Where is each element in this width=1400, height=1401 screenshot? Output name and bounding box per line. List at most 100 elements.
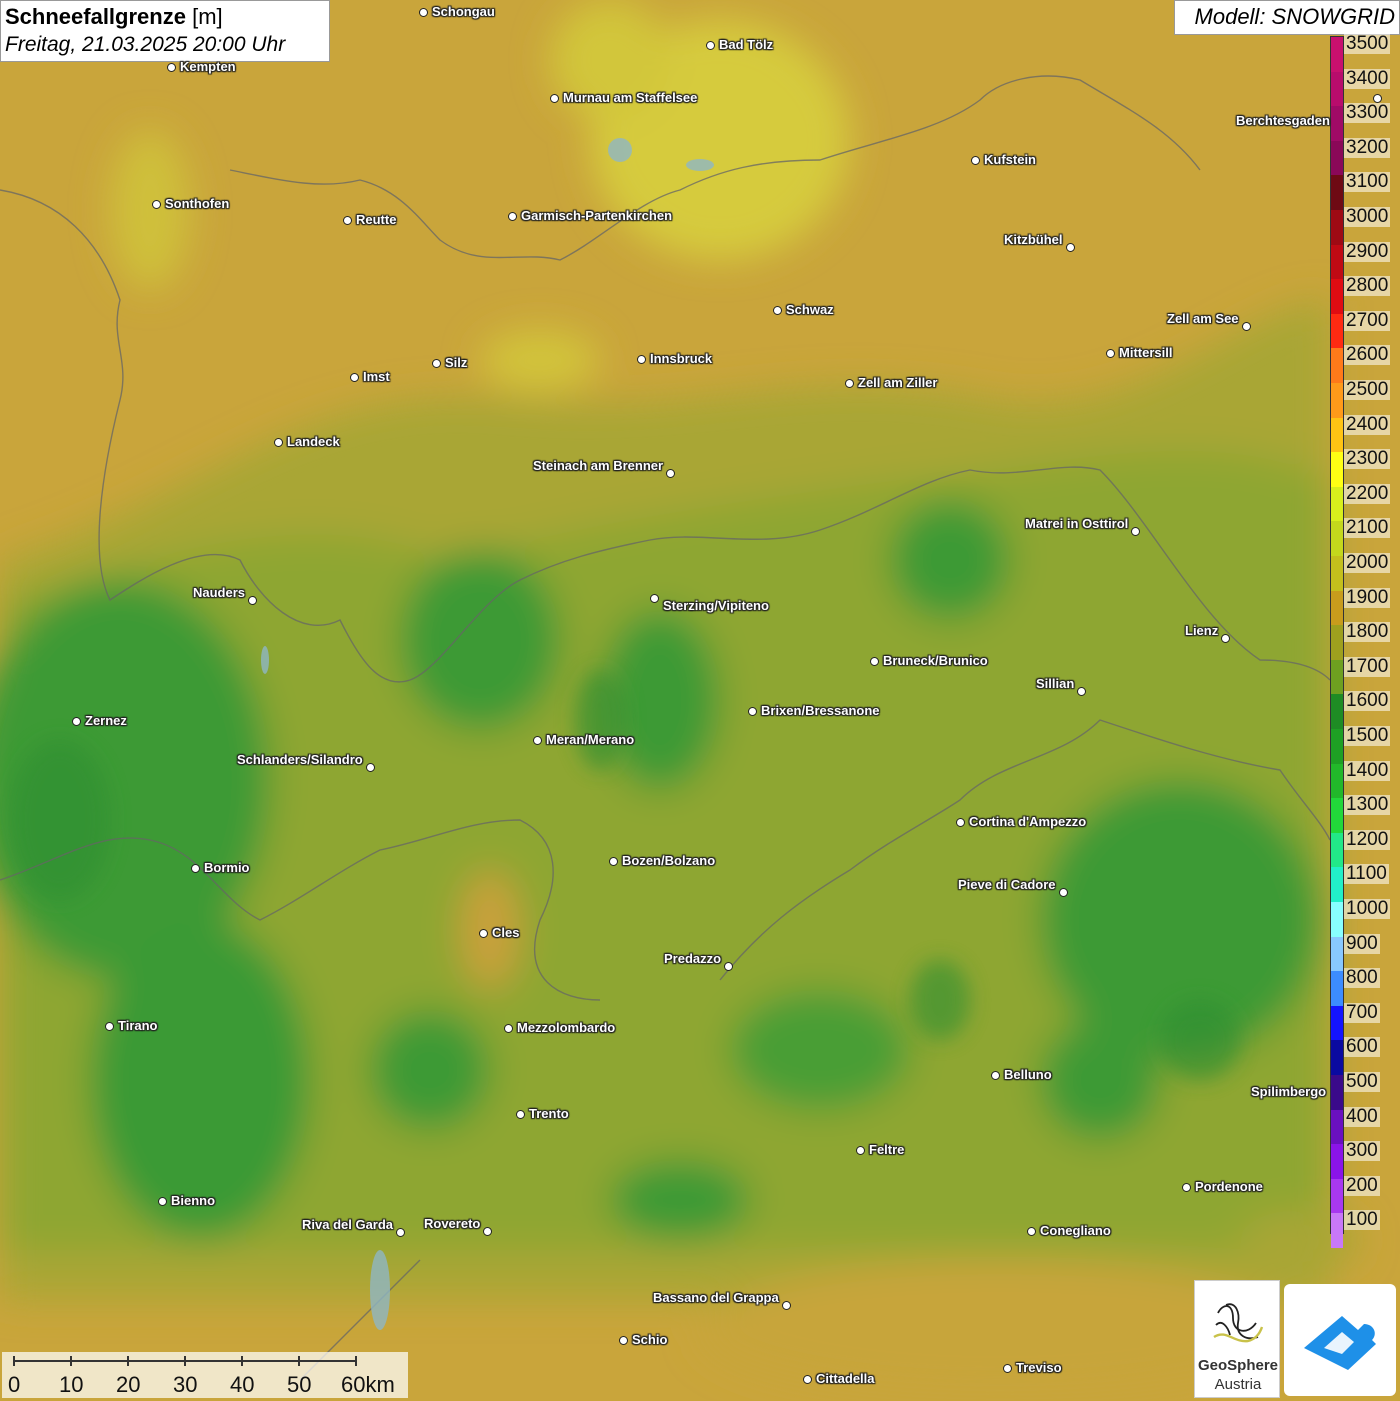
city-dot[interactable] xyxy=(724,962,733,971)
legend-swatch xyxy=(1331,244,1343,280)
city-dot[interactable] xyxy=(483,1227,492,1236)
city-label: Sillian xyxy=(1036,676,1075,691)
city-dot[interactable] xyxy=(158,1197,167,1206)
legend-label: 1700 xyxy=(1344,655,1391,677)
city-dot[interactable] xyxy=(350,373,359,382)
city-label: Predazzo xyxy=(664,951,722,966)
legend-swatch xyxy=(1331,1040,1343,1076)
legend-swatch xyxy=(1331,729,1343,765)
legend-swatch xyxy=(1331,71,1343,107)
legend-label: 3000 xyxy=(1344,206,1391,227)
city-label: Nauders xyxy=(193,585,246,600)
city-dot[interactable] xyxy=(72,717,81,726)
legend-label: 3100 xyxy=(1344,171,1391,193)
city-dot[interactable] xyxy=(432,359,441,368)
city-dot[interactable] xyxy=(105,1022,114,1031)
city-dot[interactable] xyxy=(274,438,283,447)
city-dot[interactable] xyxy=(1066,243,1075,252)
city-dot[interactable] xyxy=(479,929,488,938)
legend-swatch xyxy=(1331,313,1343,349)
legend-swatch xyxy=(1331,659,1343,695)
scale-label: 60km xyxy=(341,1372,395,1397)
city-dot[interactable] xyxy=(1106,349,1115,358)
city-label: Schongau xyxy=(432,4,495,19)
city-label: Imst xyxy=(363,369,390,384)
city-dot[interactable] xyxy=(1027,1227,1036,1236)
city-dot[interactable] xyxy=(396,1228,405,1237)
city-dot[interactable] xyxy=(956,818,965,827)
city-dot[interactable] xyxy=(619,1336,628,1345)
legend-swatch xyxy=(1331,452,1343,488)
legend-swatch xyxy=(1331,521,1343,557)
city-label: Bassano del Grappa xyxy=(653,1290,779,1305)
city-dot[interactable] xyxy=(748,707,757,716)
model-label: Modell: SNOWGRID xyxy=(1174,0,1400,35)
legend-swatch xyxy=(1331,417,1343,453)
legend-label: 400 xyxy=(1344,1105,1380,1127)
city-dot[interactable] xyxy=(1182,1183,1191,1192)
city-dot[interactable] xyxy=(706,41,715,50)
city-label: Belluno xyxy=(1004,1067,1052,1082)
city-dot[interactable] xyxy=(1059,888,1068,897)
city-dot[interactable] xyxy=(782,1301,791,1310)
scale-tick xyxy=(127,1356,129,1366)
city-dot[interactable] xyxy=(650,594,659,603)
city-dot[interactable] xyxy=(366,763,375,772)
city-dot[interactable] xyxy=(191,864,200,873)
city-dot[interactable] xyxy=(167,63,176,72)
legend-swatch xyxy=(1331,348,1343,384)
city-dot[interactable] xyxy=(504,1024,513,1033)
city-dot[interactable] xyxy=(666,469,675,478)
legend-label: 2700 xyxy=(1344,309,1391,331)
geosphere-austria-logo[interactable]: GeoSphere Austria xyxy=(1194,1280,1280,1398)
city-dot[interactable] xyxy=(971,156,980,165)
city-dot[interactable] xyxy=(870,657,879,666)
city-dot[interactable] xyxy=(1221,634,1230,643)
city-label: Bruneck/Brunico xyxy=(883,653,988,668)
city-dot[interactable] xyxy=(1077,687,1086,696)
color-legend: 3500 3400 3300 3200 3100 3000 2900 2800 2700 2600… xyxy=(1330,34,1400,1249)
city-label: Feltre xyxy=(869,1142,905,1157)
city-dot[interactable] xyxy=(152,200,161,209)
city-label: Schwaz xyxy=(786,302,834,317)
city-label: Garmisch-Partenkirchen xyxy=(521,208,673,223)
city-dot[interactable] xyxy=(773,306,782,315)
logo-text-geosphere: GeoSphere xyxy=(1197,1357,1279,1374)
city-label: Mittersill xyxy=(1119,345,1173,360)
city-label: Lienz xyxy=(1185,623,1219,638)
city-dot[interactable] xyxy=(343,216,352,225)
city-dot[interactable] xyxy=(1131,527,1140,536)
city-dot[interactable] xyxy=(637,355,646,364)
app-logo[interactable] xyxy=(1284,1284,1396,1396)
city-label: Landeck xyxy=(287,434,340,449)
scale-tick xyxy=(298,1356,300,1366)
city-dot[interactable] xyxy=(1003,1364,1012,1373)
city-dot[interactable] xyxy=(991,1071,1000,1080)
map-datetime: Freitag, 21.03.2025 20:00 Uhr xyxy=(5,33,286,56)
city-label: Rovereto xyxy=(424,1216,481,1231)
map-title: Schneefallgrenze [m] xyxy=(5,3,325,31)
city-dot[interactable] xyxy=(845,379,854,388)
city-label: Kempten xyxy=(180,59,236,74)
logo-text-austria: Austria xyxy=(1214,1376,1262,1393)
city-label: Cittadella xyxy=(816,1371,875,1386)
scale-label: 30 xyxy=(173,1372,198,1397)
legend-label: 800 xyxy=(1344,967,1380,989)
city-dot[interactable] xyxy=(508,212,517,221)
legend-swatch xyxy=(1331,210,1343,246)
city-dot[interactable] xyxy=(419,8,428,17)
city-label: Sterzing/Vipiteno xyxy=(663,598,769,613)
city-dot[interactable] xyxy=(1373,94,1382,103)
legend-label: 3300 xyxy=(1344,102,1391,124)
city-dot[interactable] xyxy=(803,1375,812,1384)
city-dot[interactable] xyxy=(856,1146,865,1155)
city-dot[interactable] xyxy=(550,94,559,103)
city-dot[interactable] xyxy=(1242,322,1251,331)
city-label: Pieve di Cadore xyxy=(958,877,1056,892)
city-dot[interactable] xyxy=(609,857,618,866)
legend-label: 1600 xyxy=(1344,690,1391,712)
scale-label: 20 xyxy=(116,1372,141,1397)
city-dot[interactable] xyxy=(533,736,542,745)
city-dot[interactable] xyxy=(516,1110,525,1119)
city-dot[interactable] xyxy=(248,596,257,605)
